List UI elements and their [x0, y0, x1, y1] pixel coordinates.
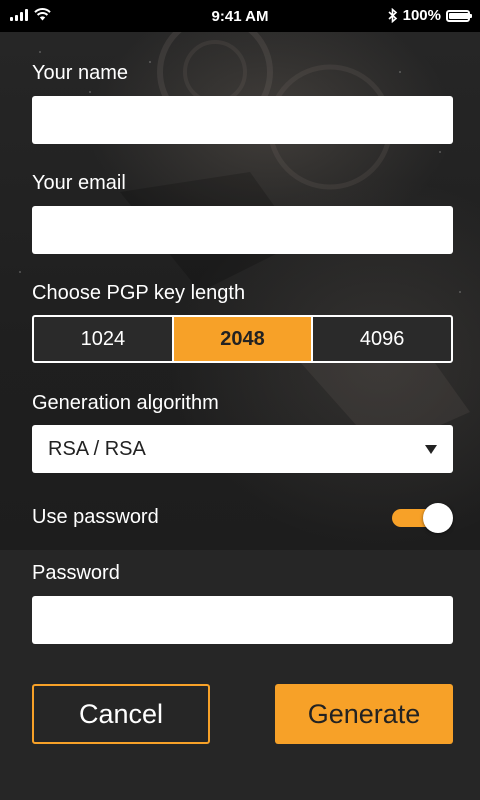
key-length-label: Choose PGP key length — [32, 282, 246, 304]
status-right: 100% — [388, 7, 472, 24]
name-input[interactable] — [32, 96, 453, 144]
chevron-down-icon — [425, 444, 437, 454]
algorithm-selected-value: RSA / RSA — [48, 437, 146, 460]
key-length-selector: 1024 2048 4096 — [32, 315, 453, 363]
email-input[interactable] — [32, 206, 453, 254]
bluetooth-icon — [388, 8, 397, 23]
bottom-panel — [0, 550, 480, 800]
password-input[interactable] — [32, 596, 453, 644]
algorithm-select[interactable]: RSA / RSA — [32, 425, 453, 473]
name-label: Your name — [32, 62, 128, 84]
pgp-keygen-screen: 9:41 AM 100% Your name Your email Choose… — [0, 0, 480, 800]
key-length-option-1024[interactable]: 1024 — [34, 317, 172, 361]
generate-button[interactable]: Generate — [275, 684, 453, 744]
key-length-option-4096[interactable]: 4096 — [311, 317, 451, 361]
battery-percent: 100% — [402, 7, 441, 24]
toggle-knob — [423, 503, 453, 533]
password-label: Password — [32, 562, 120, 584]
use-password-toggle[interactable] — [392, 503, 453, 533]
cancel-button[interactable]: Cancel — [32, 684, 210, 744]
use-password-label: Use password — [32, 506, 159, 528]
status-bar: 9:41 AM 100% — [0, 0, 480, 32]
algorithm-label: Generation algorithm — [32, 392, 219, 414]
battery-level — [449, 12, 469, 19]
key-length-option-2048[interactable]: 2048 — [171, 317, 312, 361]
battery-icon — [446, 9, 472, 22]
email-label: Your email — [32, 172, 126, 194]
